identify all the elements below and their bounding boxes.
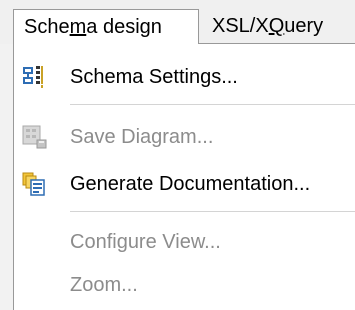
menu-tab-label: uery (284, 15, 324, 37)
menu-item-label: Generate Documentation... (70, 173, 311, 195)
menu-item-label: Schema Settings... (70, 66, 238, 88)
save-diagram-icon (22, 124, 48, 150)
menu-tab-label: a design (86, 16, 162, 38)
menu-tab-label: Sche (24, 16, 70, 38)
menu-bar: Schema design XSL/XQuery (0, 0, 355, 44)
menu-tab-label: XSL/X (212, 15, 269, 37)
accelerator-key: Q (268, 15, 285, 37)
menu-tab-xsl-xquery[interactable]: XSL/XQuery (203, 9, 355, 44)
menu-item-zoom[interactable]: Zoom... (14, 263, 355, 307)
menu-item-generate-documentation[interactable]: Generate Documentation... (14, 162, 355, 206)
schema-design-dropdown: Schema Settings... Save Diagram... Gener… (13, 43, 355, 310)
menu-separator (70, 211, 355, 212)
accelerator-key: m (69, 16, 87, 38)
menu-window: Schema design XSL/XQuery Schema Settings… (0, 0, 355, 310)
menu-separator (70, 104, 355, 105)
menu-item-label: Zoom... (70, 274, 138, 296)
schema-settings-icon (22, 64, 48, 90)
menu-tab-schema-design[interactable]: Schema design (13, 9, 199, 44)
menu-item-save-diagram[interactable]: Save Diagram... (14, 115, 355, 159)
menu-item-configure-view[interactable]: Configure View... (14, 220, 355, 264)
generate-documentation-icon (22, 171, 48, 197)
menu-item-label: Save Diagram... (70, 126, 214, 148)
menu-item-schema-settings[interactable]: Schema Settings... (14, 55, 355, 99)
menu-item-label: Configure View... (70, 231, 221, 253)
